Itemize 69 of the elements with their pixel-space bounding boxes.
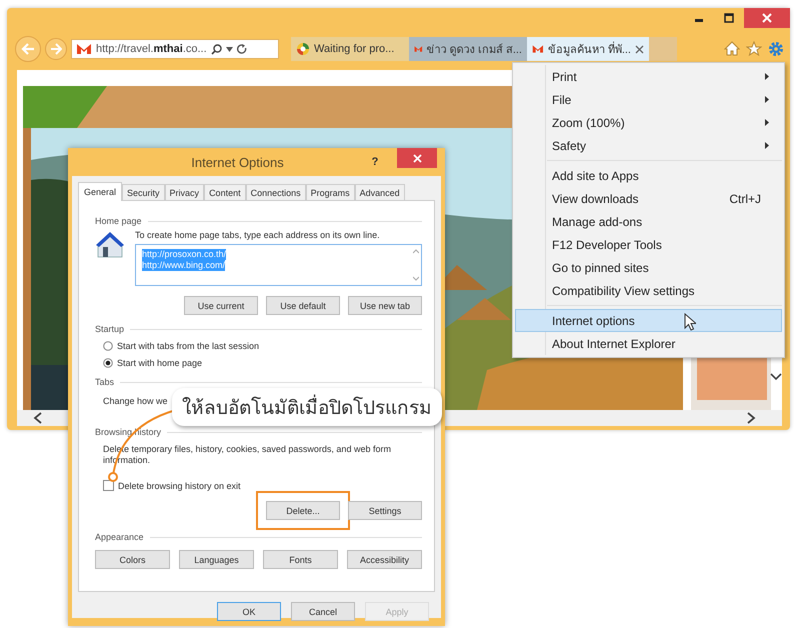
radio-label: Start with home page — [117, 358, 202, 368]
dialog-button[interactable]: Cancel — [291, 602, 355, 621]
mouse-cursor-icon — [684, 313, 696, 331]
menu-item[interactable]: Manage add-ons — [515, 210, 782, 233]
dialog-button[interactable]: OK — [217, 602, 281, 621]
dialog-title: Internet Options — [190, 154, 285, 170]
dialog-button[interactable]: Use default — [266, 296, 340, 315]
menu-item[interactable]: View downloads Ctrl+J — [515, 187, 782, 210]
dropdown-caret-icon[interactable] — [226, 46, 233, 52]
dialog-tab[interactable]: Programs — [306, 184, 355, 200]
address-field[interactable]: http://travel.mthai.co... — [71, 39, 279, 59]
menu-item[interactable]: Safety — [515, 134, 782, 157]
home-icon[interactable] — [724, 41, 740, 56]
dialog-button[interactable]: Settings — [348, 501, 422, 520]
section-heading: Startup — [95, 324, 124, 334]
menu-item[interactable]: File — [515, 88, 782, 111]
section-heading: Tabs — [95, 377, 114, 387]
menu-item[interactable]: Add site to Apps — [515, 164, 782, 187]
dialog-button[interactable]: Languages — [179, 550, 254, 569]
favorites-star-icon[interactable] — [746, 41, 762, 56]
maximize-icon[interactable] — [724, 13, 734, 23]
search-icon[interactable] — [210, 44, 222, 54]
dialog-tab[interactable]: Security — [122, 184, 165, 200]
close-icon[interactable] — [412, 154, 422, 162]
instruction-text: To create home page tabs, type each address on its own line. — [135, 230, 381, 240]
menu-item[interactable]: Zoom (100%) — [515, 111, 782, 134]
checkbox[interactable] — [103, 480, 114, 491]
settings-icon[interactable] — [768, 41, 784, 57]
dialog-button[interactable]: Delete... — [266, 501, 340, 520]
radio-label: Start with tabs from the last session — [117, 341, 260, 351]
scroll-right-icon[interactable] — [746, 412, 756, 424]
callout-bubble: ให้ลบอัตโนมัติเมื่อปิดโปรแกรม — [172, 388, 442, 426]
dialog-button[interactable]: Use current — [184, 296, 258, 315]
section-heading: Home page — [95, 216, 142, 226]
dialog-tab[interactable]: General — [78, 182, 122, 201]
section-heading: Appearance — [95, 532, 144, 542]
refresh-icon[interactable] — [236, 44, 247, 54]
site-favicon-icon — [76, 43, 92, 55]
radio-button[interactable] — [103, 341, 113, 351]
dialog-tab[interactable]: Advanced — [354, 184, 405, 200]
dialog-button[interactable]: Colors — [95, 550, 170, 569]
menu-item[interactable]: About Internet Explorer — [515, 332, 782, 355]
loading-icon — [296, 42, 310, 56]
close-button[interactable] — [397, 148, 437, 168]
house-icon — [95, 230, 125, 260]
browser-tab[interactable]: ข่าว ดูดวง เกมส์ ส... — [409, 37, 527, 61]
dialog-button[interactable]: Accessibility — [347, 550, 422, 569]
dialog-button[interactable]: Fonts — [263, 550, 338, 569]
menu-item[interactable]: Compatibility View settings — [515, 279, 782, 302]
menu-item[interactable]: F12 Developer Tools — [515, 233, 782, 256]
site-favicon-icon — [532, 43, 544, 55]
shortcut-label: Ctrl+J — [729, 192, 761, 206]
dialog-tab[interactable]: Content — [204, 184, 246, 200]
scroll-left-icon[interactable] — [33, 412, 43, 424]
dialog-button[interactable]: Use new tab — [348, 296, 422, 315]
menu-item[interactable]: Go to pinned sites — [515, 256, 782, 279]
close-button[interactable] — [744, 8, 790, 28]
browser-tab[interactable]: Waiting for pro... — [291, 37, 409, 61]
radio-button[interactable] — [103, 358, 113, 368]
close-icon[interactable] — [762, 13, 772, 23]
dialog-tab[interactable]: Connections — [246, 184, 306, 200]
help-button[interactable]: ? — [367, 156, 383, 168]
checkbox-label: Delete browsing history on exit — [118, 480, 241, 490]
dialog-tab[interactable]: Privacy — [164, 184, 204, 200]
browser-tab[interactable]: ข้อมูลค้นหา ที่พั... — [527, 37, 649, 61]
menu-item[interactable]: Internet options — [515, 309, 782, 332]
menu-item[interactable]: Print — [515, 65, 782, 88]
tabs-description: Change how we — [103, 396, 168, 407]
close-tab-icon[interactable] — [635, 44, 644, 54]
